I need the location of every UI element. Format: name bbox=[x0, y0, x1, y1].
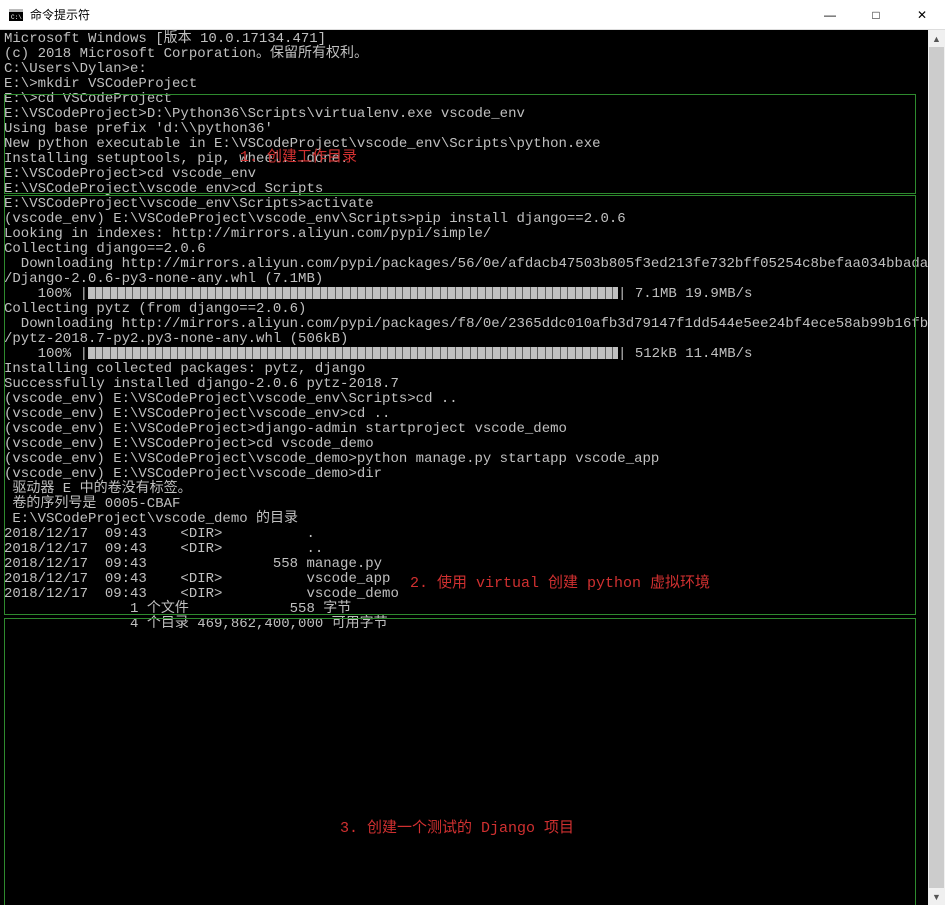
terminal-line: (vscode_env) E:\VSCodeProject\vscode_dem… bbox=[4, 467, 928, 482]
title-bar[interactable]: C:\ 命令提示符 — □ ✕ bbox=[0, 0, 945, 30]
terminal-line: (vscode_env) E:\VSCodeProject\vscode_env… bbox=[4, 407, 928, 422]
maximize-icon: □ bbox=[872, 8, 879, 22]
terminal-line: Downloading http://mirrors.aliyun.com/py… bbox=[4, 317, 928, 332]
scrollbar-track[interactable] bbox=[928, 47, 945, 888]
terminal-line: E:\>cd VSCodeProject bbox=[4, 92, 928, 107]
terminal-line: Successfully installed django-2.0.6 pytz… bbox=[4, 377, 928, 392]
progress-line: 100% | | 512kB 11.4MB/s bbox=[4, 347, 928, 362]
terminal-output[interactable]: Microsoft Windows [版本 10.0.17134.471](c)… bbox=[0, 30, 928, 905]
terminal-line: Microsoft Windows [版本 10.0.17134.471] bbox=[4, 32, 928, 47]
terminal-line: Using base prefix 'd:\\python36' bbox=[4, 122, 928, 137]
terminal-line: Downloading http://mirrors.aliyun.com/py… bbox=[4, 257, 928, 272]
terminal-line: 驱动器 E 中的卷没有标签。 bbox=[4, 482, 928, 497]
terminal-line: (vscode_env) E:\VSCodeProject\vscode_env… bbox=[4, 392, 928, 407]
progress-prefix: 100% | bbox=[4, 346, 88, 362]
terminal-line: (vscode_env) E:\VSCodeProject>django-adm… bbox=[4, 422, 928, 437]
chevron-down-icon: ▼ bbox=[932, 892, 941, 902]
terminal-line: (vscode_env) E:\VSCodeProject>cd vscode_… bbox=[4, 437, 928, 452]
terminal-line: Installing setuptools, pip, wheel...done… bbox=[4, 152, 928, 167]
progress-suffix: | 7.1MB 19.9MB/s bbox=[618, 286, 752, 302]
scrollbar-thumb[interactable] bbox=[929, 47, 944, 888]
svg-text:C:\: C:\ bbox=[11, 14, 22, 21]
terminal-line: (c) 2018 Microsoft Corporation。保留所有权利。 bbox=[4, 47, 928, 62]
terminal-line: /Django-2.0.6-py3-none-any.whl (7.1MB) bbox=[4, 272, 928, 287]
chevron-up-icon: ▲ bbox=[932, 34, 941, 44]
terminal-line: 2018/12/17 09:43 558 manage.py bbox=[4, 557, 928, 572]
progress-prefix: 100% | bbox=[4, 286, 88, 302]
terminal-line: Looking in indexes: http://mirrors.aliyu… bbox=[4, 227, 928, 242]
terminal-line: 卷的序列号是 0005-CBAF bbox=[4, 497, 928, 512]
window-title: 命令提示符 bbox=[30, 6, 90, 23]
content-area: Microsoft Windows [版本 10.0.17134.471](c)… bbox=[0, 30, 945, 905]
terminal-line: /pytz-2018.7-py2.py3-none-any.whl (506kB… bbox=[4, 332, 928, 347]
terminal-line: E:\VSCodeProject>cd vscode_env bbox=[4, 167, 928, 182]
progress-line: 100% | | 7.1MB 19.9MB/s bbox=[4, 287, 928, 302]
minimize-icon: — bbox=[824, 8, 836, 22]
terminal-line: Collecting pytz (from django==2.0.6) bbox=[4, 302, 928, 317]
terminal-line: 4 个目录 469,862,400,000 可用字节 bbox=[4, 617, 928, 632]
terminal-line: 2018/12/17 09:43 <DIR> .. bbox=[4, 542, 928, 557]
progress-bar bbox=[88, 347, 618, 359]
terminal-line: E:\VSCodeProject>D:\Python36\Scripts\vir… bbox=[4, 107, 928, 122]
minimize-button[interactable]: — bbox=[807, 0, 853, 30]
close-button[interactable]: ✕ bbox=[899, 0, 945, 30]
terminal-line: Installing collected packages: pytz, dja… bbox=[4, 362, 928, 377]
cmd-icon: C:\ bbox=[8, 7, 24, 23]
close-icon: ✕ bbox=[917, 8, 927, 22]
terminal-line: New python executable in E:\VSCodeProjec… bbox=[4, 137, 928, 152]
terminal-line: E:\VSCodeProject\vscode_env\Scripts>acti… bbox=[4, 197, 928, 212]
terminal-line: E:\VSCodeProject\vscode_demo 的目录 bbox=[4, 512, 928, 527]
annotation-label-3: 3. 创建一个测试的 Django 项目 bbox=[340, 816, 574, 837]
terminal-line: E:\VSCodeProject\vscode_env>cd Scripts bbox=[4, 182, 928, 197]
progress-suffix: | 512kB 11.4MB/s bbox=[618, 346, 752, 362]
terminal-line: C:\Users\Dylan>e: bbox=[4, 62, 928, 77]
scroll-down-button[interactable]: ▼ bbox=[928, 888, 945, 905]
terminal-line: (vscode_env) E:\VSCodeProject\vscode_env… bbox=[4, 212, 928, 227]
window-frame: C:\ 命令提示符 — □ ✕ Microsoft Windows [版本 10… bbox=[0, 0, 945, 905]
terminal-line: (vscode_env) E:\VSCodeProject\vscode_dem… bbox=[4, 452, 928, 467]
terminal-line: Collecting django==2.0.6 bbox=[4, 242, 928, 257]
terminal-line: E:\>mkdir VSCodeProject bbox=[4, 77, 928, 92]
scroll-up-button[interactable]: ▲ bbox=[928, 30, 945, 47]
vertical-scrollbar[interactable]: ▲ ▼ bbox=[928, 30, 945, 905]
terminal-line: 2018/12/17 09:43 <DIR> . bbox=[4, 527, 928, 542]
annotation-label-1: 1. 创建工作目录 bbox=[240, 145, 357, 166]
terminal-line: 1 个文件 558 字节 bbox=[4, 602, 928, 617]
progress-bar bbox=[88, 287, 618, 299]
annotation-label-2: 2. 使用 virtual 创建 python 虚拟环境 bbox=[410, 571, 710, 592]
maximize-button[interactable]: □ bbox=[853, 0, 899, 30]
